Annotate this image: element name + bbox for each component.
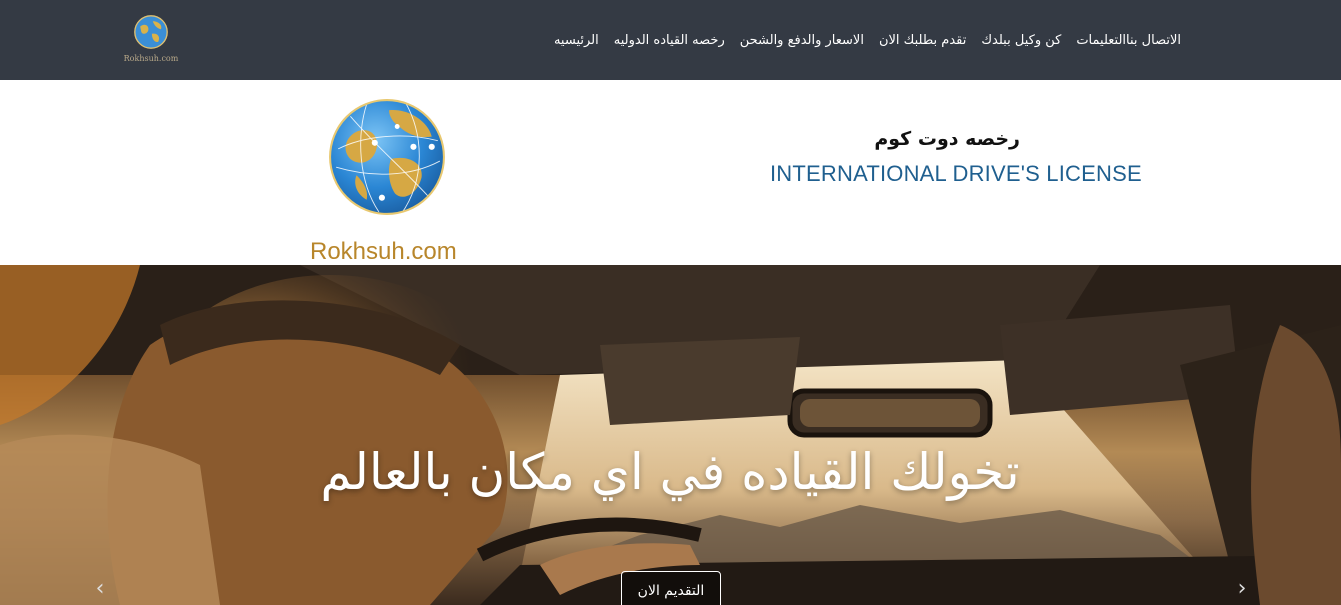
nav-item-international-license[interactable]: رخصه القياده الدوليه: [614, 33, 725, 48]
globe-logo-icon: [329, 99, 445, 215]
brand-logo[interactable]: Rokhsuh.com: [310, 96, 470, 265]
site-logo[interactable]: Rokhsuh.com: [122, 12, 180, 68]
nav-item-apply-now[interactable]: تقدم بطلبك الان: [879, 33, 966, 48]
nav-item-pricing-payment-shipping[interactable]: الاسعار والدفع والشحن: [740, 33, 864, 48]
nav-item-home[interactable]: الرئيسيه: [554, 33, 599, 48]
brand-header: Rokhsuh.com رخصه دوت كوم INTERNATIONAL D…: [0, 80, 1341, 265]
main-menu: الرئيسيه رخصه القياده الدوليه الاسعار وا…: [539, 0, 1181, 80]
slider-prev-icon[interactable]: ‹: [90, 577, 110, 601]
apply-now-button[interactable]: التقديم الان: [621, 571, 721, 605]
nav-item-become-agent[interactable]: كن وكيل ببلدك: [981, 33, 1061, 48]
hero-slider: تخولك القياده في اي مكان بالعالم التقديم…: [0, 265, 1341, 605]
brand-logo-caption: Rokhsuh.com: [310, 238, 457, 265]
top-logo-caption: Rokhsuh.com: [123, 54, 179, 63]
brand-name-arabic: رخصه دوت كوم: [874, 128, 1020, 150]
globe-logo-icon: [134, 15, 168, 49]
top-navbar: Rokhsuh.com الرئيسيه رخصه القياده الدولي…: [0, 0, 1341, 80]
hero-title: تخولك القياده في اي مكان بالعالم: [320, 443, 1020, 501]
hero-car-interior-image: [0, 265, 1341, 605]
nav-item-contact[interactable]: الاتصال بنا: [1126, 33, 1181, 48]
slider-next-icon[interactable]: ›: [1232, 577, 1252, 601]
nav-item-instructions[interactable]: التعليمات: [1076, 33, 1126, 48]
brand-tagline-english: INTERNATIONAL DRIVE'S LICENSE: [770, 161, 1142, 186]
